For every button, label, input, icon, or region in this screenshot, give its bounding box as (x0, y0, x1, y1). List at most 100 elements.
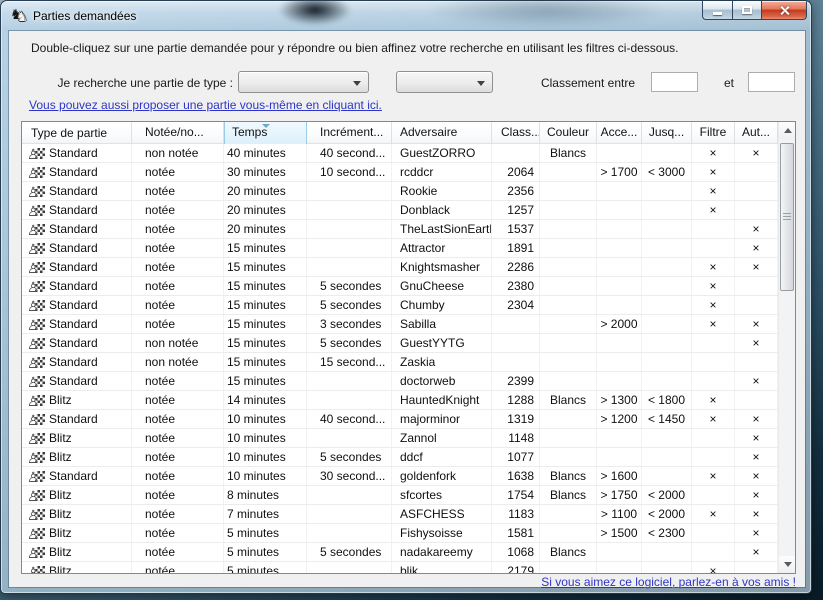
cell-game-type: ♙ Blitz (22, 448, 132, 466)
cell-game-type: ♙ Standard (22, 372, 132, 390)
column-header-color[interactable]: Couleur (540, 122, 597, 144)
table-row[interactable]: ♙ Standard non notée 40 minutes 40 secon… (22, 144, 778, 163)
cell-auto (735, 277, 778, 295)
cell-color: Blancs (540, 543, 597, 561)
cell-accept-max (642, 334, 692, 352)
table-row[interactable]: ♙ Standard notée 15 minutes Attractor 18… (22, 239, 778, 258)
column-header-rated[interactable]: Notée/no... (132, 122, 224, 144)
cell-rating: 1068 (492, 543, 540, 561)
cell-time: 10 minutes (224, 429, 307, 447)
table-row[interactable]: ♙ Blitz notée 8 minutes sfcortes 1754 Bl… (22, 486, 778, 505)
table-row[interactable]: ♙ Blitz notée 14 minutes HauntedKnight 1… (22, 391, 778, 410)
cell-accept-max (642, 239, 692, 257)
table-row[interactable]: ♙ Standard notée 15 minutes 5 secondes G… (22, 277, 778, 296)
cell-increment: 10 second... (307, 163, 392, 181)
table-row[interactable]: ♙ Blitz notée 5 minutes blik 2179 × (22, 562, 778, 573)
close-icon (779, 5, 790, 16)
cell-rated: notée (132, 486, 224, 504)
game-type-select[interactable] (238, 71, 369, 93)
cell-accept-min (597, 220, 642, 238)
table-row[interactable]: ♙ Standard notée 15 minutes Knightsmashe… (22, 258, 778, 277)
table-row[interactable]: ♙ Standard non notée 15 minutes 15 secon… (22, 353, 778, 372)
column-header-auto[interactable]: Aut... (735, 122, 778, 144)
cell-increment (307, 258, 392, 276)
cell-opponent: Knightsmasher (392, 258, 492, 276)
column-header-game-type[interactable]: Type de partie (22, 122, 132, 144)
table-body: ♙ Standard non notée 40 minutes 40 secon… (22, 144, 778, 573)
table-row[interactable]: ♙ Standard notée 20 minutes Rookie 2356 … (22, 182, 778, 201)
minimize-button[interactable] (702, 1, 732, 20)
propose-game-link[interactable]: Vous pouvez aussi proposer une partie vo… (29, 98, 382, 112)
table-row[interactable]: ♙ Blitz notée 5 minutes 5 secondes nadak… (22, 543, 778, 562)
cell-color (540, 315, 597, 333)
maximize-icon (742, 6, 752, 14)
cell-filter: × (692, 562, 735, 573)
column-header-time[interactable]: Temps (224, 122, 307, 144)
table-row[interactable]: ♙ Blitz notée 5 minutes Fishysoisse 1581… (22, 524, 778, 543)
cell-filter (692, 429, 735, 447)
chess-pawn-icon: ♙ (28, 488, 45, 502)
scroll-down-button[interactable] (779, 556, 796, 573)
cell-accept-max (642, 467, 692, 485)
cell-opponent: GuestYYTG (392, 334, 492, 352)
table-row[interactable]: ♙ Standard notée 15 minutes 3 secondes S… (22, 315, 778, 334)
game-subtype-select[interactable] (396, 71, 493, 93)
scrollbar-thumb[interactable] (780, 143, 794, 291)
cell-increment: 5 secondes (307, 448, 392, 466)
scroll-up-button[interactable] (779, 122, 796, 139)
tell-friends-link[interactable]: Si vous aimez ce logiciel, parlez-en à v… (541, 575, 796, 589)
table-row[interactable]: ♙ Standard notée 10 minutes 40 second...… (22, 410, 778, 429)
table-row[interactable]: ♙ Blitz notée 7 minutes ASFCHESS 1183 > … (22, 505, 778, 524)
vertical-scrollbar[interactable] (778, 122, 795, 573)
chess-pawn-icon: ♙ (28, 469, 45, 483)
cell-color (540, 258, 597, 276)
titlebar[interactable]: ♞ ♞ Parties demandées (1, 1, 811, 31)
cell-auto (735, 391, 778, 409)
close-button[interactable] (761, 1, 807, 20)
column-header-rating[interactable]: Class... (492, 122, 540, 144)
table-header: Type de partieNotée/no...TempsIncrément.… (22, 122, 778, 144)
cell-time: 15 minutes (224, 296, 307, 314)
chess-pawn-icon: ♙ (28, 165, 45, 179)
cell-game-type: ♙ Standard (22, 315, 132, 333)
cell-time: 15 minutes (224, 239, 307, 257)
cell-game-type: ♙ Standard (22, 353, 132, 371)
table-row[interactable]: ♙ Standard non notée 15 minutes 5 second… (22, 334, 778, 353)
table-row[interactable]: ♙ Standard notée 10 minutes 30 second...… (22, 467, 778, 486)
cell-rating: 2304 (492, 296, 540, 314)
cell-opponent: Zaskia (392, 353, 492, 371)
maximize-button[interactable] (732, 1, 761, 20)
column-header-accept-min[interactable]: Acce... (597, 122, 642, 144)
cell-game-type: ♙ Standard (22, 182, 132, 200)
table-row[interactable]: ♙ Standard notée 20 minutes Donblack 125… (22, 201, 778, 220)
chess-pawn-icon: ♙ (28, 146, 45, 160)
cell-rated: notée (132, 182, 224, 200)
cell-filter (692, 353, 735, 371)
column-header-opponent[interactable]: Adversaire (392, 122, 492, 144)
table-row[interactable]: ♙ Standard notée 15 minutes doctorweb 23… (22, 372, 778, 391)
cell-rating: 2286 (492, 258, 540, 276)
column-header-increment[interactable]: Incrément... (307, 122, 392, 144)
cell-color (540, 562, 597, 573)
cell-filter: × (692, 391, 735, 409)
cell-accept-min: > 1750 (597, 486, 642, 504)
cell-game-type: ♙ Standard (22, 277, 132, 295)
table-row[interactable]: ♙ Blitz notée 10 minutes Zannol 1148 × (22, 429, 778, 448)
column-header-filter[interactable]: Filtre (692, 122, 735, 144)
rating-max-input[interactable] (748, 72, 795, 92)
cell-rated: non notée (132, 353, 224, 371)
app-window: ♞ ♞ Parties demandées Double-cliquez sur… (0, 0, 812, 594)
cell-filter: × (692, 410, 735, 428)
cell-time: 10 minutes (224, 448, 307, 466)
table-row[interactable]: ♙ Standard notée 20 minutes TheLastSionE… (22, 220, 778, 239)
cell-accept-max (642, 258, 692, 276)
column-header-accept-max[interactable]: Jusq... (642, 122, 692, 144)
table-row[interactable]: ♙ Standard notée 30 minutes 10 second...… (22, 163, 778, 182)
cell-auto: × (735, 220, 778, 238)
rating-min-input[interactable] (651, 72, 698, 92)
table-row[interactable]: ♙ Standard notée 15 minutes 5 secondes C… (22, 296, 778, 315)
chess-pawn-icon: ♙ (28, 374, 45, 388)
table-row[interactable]: ♙ Blitz notée 10 minutes 5 secondes ddcf… (22, 448, 778, 467)
cell-auto: × (735, 429, 778, 447)
cell-auto (735, 201, 778, 219)
